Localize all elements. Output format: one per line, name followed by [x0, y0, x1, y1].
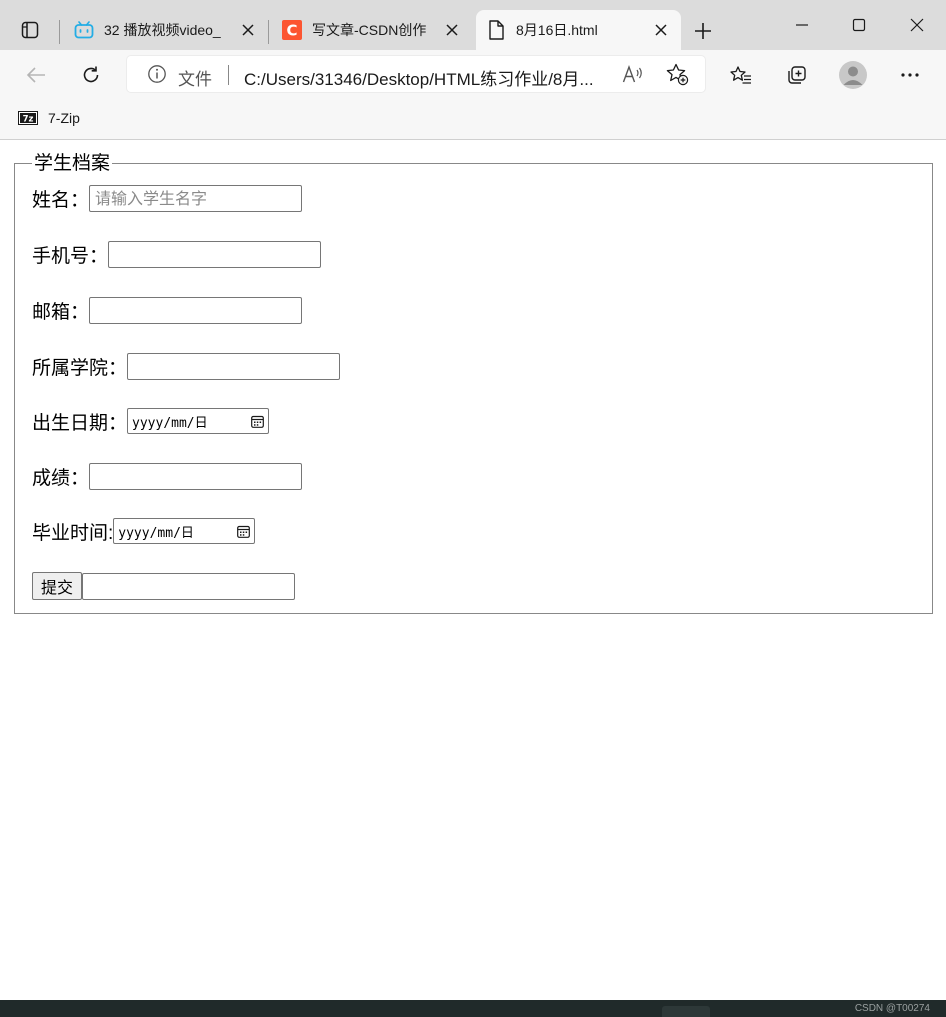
tab-strip: 32 播放视频video_ C 写文章-CSDN创作 8月16日.html — [0, 0, 946, 50]
collections-icon — [788, 66, 806, 84]
minimize-icon — [796, 24, 808, 26]
browser-window: 32 播放视频video_ C 写文章-CSDN创作 8月16日.html 文件… — [0, 0, 946, 1000]
back-arrow-icon — [26, 67, 45, 83]
submit-button[interactable]: 提交 — [32, 572, 83, 600]
favorites-icon — [730, 66, 751, 84]
fieldset-legend: 学生档案 — [32, 153, 113, 175]
maximize-button[interactable] — [839, 10, 879, 40]
maximize-icon — [852, 18, 866, 32]
college-label: 所属学院： — [32, 357, 128, 379]
email-row: 邮箱： — [32, 296, 303, 324]
new-tab-button[interactable] — [689, 17, 717, 45]
svg-text:C: C — [286, 22, 297, 40]
tab-title: 8月16日.html — [516, 22, 598, 38]
score-row: 成绩： — [32, 462, 303, 490]
info-icon[interactable] — [147, 64, 167, 84]
birthdate-row: 出生日期： yyyy/mm/日 — [32, 407, 270, 435]
file-icon — [486, 20, 506, 40]
read-aloud-icon[interactable] — [621, 62, 645, 86]
close-icon[interactable] — [238, 20, 258, 40]
svg-text:7z: 7z — [23, 115, 34, 125]
date-placeholder: yyyy/mm/日 — [132, 415, 208, 431]
profile-button[interactable] — [837, 59, 869, 91]
phone-row: 手机号： — [32, 240, 322, 268]
favorite-label: 7-Zip — [48, 110, 80, 126]
bilibili-icon — [74, 20, 94, 40]
url-scheme-label: 文件 — [178, 70, 212, 89]
birthdate-label: 出生日期： — [32, 412, 128, 434]
college-input[interactable] — [127, 352, 341, 380]
tab-actions-icon — [21, 21, 39, 39]
tab-separator — [59, 20, 60, 44]
watermark: CSDN @T00274 — [854, 1003, 930, 1014]
minimize-button[interactable] — [782, 10, 822, 40]
back-button[interactable] — [20, 59, 52, 91]
email-input[interactable] — [89, 296, 303, 324]
graduation-row: 毕业时间: yyyy/mm/日 — [32, 517, 256, 545]
student-record-fieldset: 学生档案 姓名： 请输入学生名字 手机号： 邮箱： 所属学院： 出生日期： yy… — [14, 153, 933, 614]
email-label: 邮箱： — [32, 301, 90, 323]
avatar-icon — [839, 61, 867, 89]
ellipsis-icon — [901, 73, 919, 77]
refresh-button[interactable] — [75, 59, 107, 91]
close-icon[interactable] — [651, 20, 671, 40]
score-label: 成绩： — [32, 467, 90, 489]
tab-bilibili[interactable]: 32 播放视频video_ — [64, 10, 268, 50]
browser-toolbar: 文件 C:/Users/31346/Desktop/HTML练习作业/8月... — [0, 50, 946, 100]
close-window-button[interactable] — [897, 10, 937, 40]
address-bar[interactable]: 文件 C:/Users/31346/Desktop/HTML练习作业/8月... — [127, 56, 705, 92]
7zip-icon: 7z — [18, 111, 38, 125]
phone-label: 手机号： — [32, 245, 109, 267]
calendar-icon[interactable] — [236, 524, 250, 538]
graduation-date-input[interactable]: yyyy/mm/日 — [113, 518, 256, 544]
date-placeholder: yyyy/mm/日 — [118, 525, 194, 541]
close-icon[interactable] — [442, 20, 462, 40]
tab-title: 写文章-CSDN创作 — [312, 22, 427, 38]
refresh-icon — [83, 66, 99, 83]
url-text[interactable]: C:/Users/31346/Desktop/HTML练习作业/8月... — [244, 65, 614, 90]
graduation-label: 毕业时间: — [32, 522, 114, 544]
tab-separator — [268, 20, 269, 44]
plus-icon — [695, 23, 711, 39]
name-input[interactable]: 请输入学生名字 — [89, 184, 303, 212]
tab-actions-button[interactable] — [14, 14, 46, 46]
page-content: 学生档案 姓名： 请输入学生名字 手机号： 邮箱： 所属学院： 出生日期： yy… — [0, 140, 946, 1000]
favorite-7zip[interactable]: 7z 7-Zip — [18, 108, 80, 128]
tab-active-page[interactable]: 8月16日.html — [476, 10, 681, 50]
more-button[interactable] — [894, 59, 926, 91]
score-input[interactable] — [89, 462, 303, 490]
taskbar: CSDN @T00274 — [0, 1000, 946, 1017]
phone-input[interactable] — [108, 240, 322, 268]
submit-row: 提交 — [32, 572, 296, 600]
extra-text-input[interactable] — [82, 572, 296, 600]
collections-button[interactable] — [780, 59, 812, 91]
add-favorite-icon[interactable] — [665, 62, 689, 86]
college-row: 所属学院： — [32, 352, 341, 380]
birthdate-input[interactable]: yyyy/mm/日 — [127, 408, 270, 434]
tab-csdn[interactable]: C 写文章-CSDN创作 — [272, 10, 472, 50]
csdn-icon: C — [282, 20, 302, 40]
name-row: 姓名： 请输入学生名字 — [32, 184, 303, 212]
favorites-button[interactable] — [725, 59, 757, 91]
name-label: 姓名： — [32, 189, 90, 211]
address-divider — [228, 65, 229, 85]
calendar-icon[interactable] — [250, 414, 264, 428]
taskbar-item[interactable] — [662, 1006, 710, 1017]
favorites-bar: 7z 7-Zip — [0, 100, 946, 140]
close-icon — [910, 18, 924, 32]
tab-title: 32 播放视频video_ — [104, 22, 221, 38]
